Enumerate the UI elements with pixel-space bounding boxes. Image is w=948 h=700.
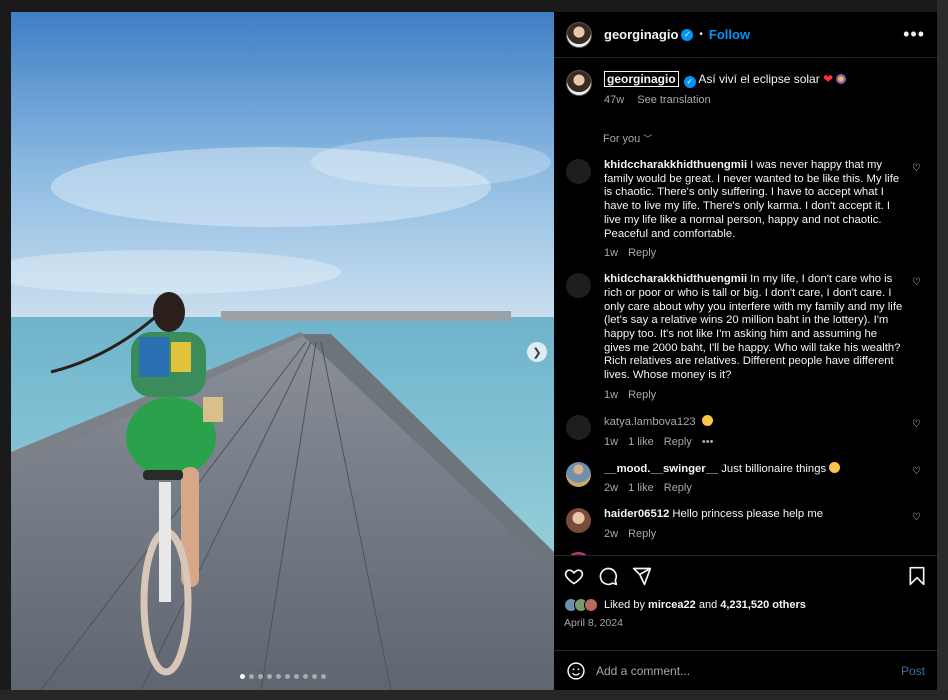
reply-button[interactable]: Reply bbox=[628, 389, 656, 401]
comment-more-icon[interactable]: ••• bbox=[702, 436, 714, 448]
commenter-username[interactable]: haider06512 bbox=[604, 508, 669, 520]
comment-item: __mood.__swinger__ Just billionaire thing… bbox=[566, 461, 925, 495]
see-translation-link[interactable]: See translation bbox=[637, 94, 710, 106]
verified-badge-icon: ✓ bbox=[683, 76, 696, 88]
comment-text: Just billionaire things bbox=[721, 462, 827, 475]
carousel-dot bbox=[284, 674, 290, 679]
smiling-emoji bbox=[701, 414, 713, 426]
backdrop-right bbox=[937, 0, 948, 700]
likes-middle: and bbox=[698, 599, 718, 611]
eclipse-emoji bbox=[836, 74, 847, 84]
commenter-avatar[interactable] bbox=[566, 273, 591, 299]
liker-avatar bbox=[584, 598, 598, 612]
backdrop-bottom bbox=[0, 690, 948, 700]
heart-eyes-emoji bbox=[829, 461, 841, 473]
red-heart-emoji: ❤ bbox=[823, 72, 834, 86]
comment-text: In my life, I don't care who is rich or … bbox=[604, 273, 903, 382]
carousel-dot bbox=[275, 674, 281, 679]
post-image bbox=[11, 12, 554, 690]
comment-like-heart-icon[interactable]: ♡ bbox=[912, 466, 921, 477]
comment-item: haider06512 Hello princess please help me… bbox=[566, 508, 925, 540]
commenter-avatar[interactable] bbox=[566, 414, 591, 440]
carousel-dot bbox=[257, 674, 263, 679]
chevron-down-icon: ﹀ bbox=[643, 134, 653, 144]
commenter-avatar[interactable] bbox=[566, 159, 591, 184]
comment-text: Hello princess please help me bbox=[672, 508, 824, 521]
verified-badge-icon: ✓ bbox=[681, 28, 694, 41]
comment-age: 1w bbox=[604, 247, 619, 260]
add-comment-bar: Post bbox=[554, 650, 937, 690]
comment-item: khidccharakkhidthuengmii In my life, I do… bbox=[566, 273, 925, 401]
comment-text: I was never happy that my family would b… bbox=[604, 159, 900, 240]
bookmark-icon[interactable] bbox=[907, 566, 927, 586]
commenter-avatar[interactable] bbox=[566, 461, 591, 487]
heart-icon[interactable] bbox=[564, 566, 584, 586]
caption-text: Así viví el eclipse solar bbox=[698, 72, 820, 86]
comment-like-heart-icon[interactable]: ♡ bbox=[912, 277, 921, 288]
reply-button[interactable]: Reply bbox=[628, 528, 656, 540]
post-side-panel: georginagio ✓ • Follow ••• georginagio ✓ … bbox=[554, 12, 937, 690]
post-comment-button[interactable]: Post bbox=[901, 664, 925, 678]
post-date: April 8, 2024 bbox=[564, 617, 623, 629]
comment-likes[interactable]: 1 like bbox=[628, 436, 654, 448]
author-avatar[interactable] bbox=[566, 21, 592, 48]
caption-age: 47w bbox=[604, 94, 625, 106]
caption: georginagio ✓ Así viví el eclipse solar ❤… bbox=[566, 70, 925, 106]
author-username[interactable]: georginagio bbox=[604, 27, 678, 42]
comment-like-heart-icon[interactable]: ♡ bbox=[912, 163, 921, 174]
reply-button[interactable]: Reply bbox=[628, 247, 656, 259]
carousel-dot bbox=[239, 674, 245, 679]
share-icon[interactable] bbox=[632, 566, 652, 586]
comment-like-heart-icon[interactable]: ♡ bbox=[912, 512, 921, 523]
comment-like-heart-icon[interactable]: ♡ bbox=[912, 419, 921, 430]
emoji-icon[interactable] bbox=[566, 661, 586, 681]
carousel-indicator bbox=[11, 674, 554, 679]
separator-dot: • bbox=[699, 29, 703, 40]
comment-likes[interactable]: 1 like bbox=[628, 482, 654, 494]
reply-button[interactable]: Reply bbox=[664, 436, 692, 448]
carousel-dot bbox=[320, 674, 326, 679]
comment-age: 1w bbox=[604, 435, 619, 448]
carousel-dot bbox=[248, 674, 254, 679]
comment-icon[interactable] bbox=[598, 566, 618, 586]
next-commenter-avatar[interactable] bbox=[566, 551, 591, 555]
carousel-dot bbox=[293, 674, 299, 679]
carousel-dot bbox=[302, 674, 308, 679]
comment-age: 2w bbox=[604, 527, 619, 540]
carousel-dot bbox=[311, 674, 317, 679]
caption-username[interactable]: georginagio bbox=[604, 71, 679, 87]
reply-button[interactable]: Reply bbox=[664, 482, 692, 494]
comment-sort-dropdown[interactable]: For you ﹀ bbox=[603, 132, 925, 145]
commenter-username[interactable]: __mood.__swinger__ bbox=[604, 463, 718, 475]
likes-prefix: Liked by bbox=[604, 599, 645, 611]
post-header: georginagio ✓ • Follow ••• bbox=[554, 12, 937, 58]
comment-item: khidccharakkhidthuengmii I was never happ… bbox=[566, 159, 925, 259]
next-slide-button[interactable]: ❯ bbox=[527, 342, 547, 362]
comment-age: 2w bbox=[604, 482, 619, 495]
follow-button[interactable]: Follow bbox=[709, 27, 750, 42]
post-modal: ❯ georginagio ✓ • Follow ••• georginagio… bbox=[11, 12, 937, 690]
carousel-dot bbox=[266, 674, 272, 679]
liker-username[interactable]: mircea22 bbox=[648, 599, 696, 611]
comment-item: katya.lambova123 1w 1 like Reply ••• ♡ bbox=[566, 414, 925, 448]
more-options-icon[interactable]: ••• bbox=[903, 24, 925, 45]
commenter-username[interactable]: khidccharakkhidthuengmii bbox=[604, 273, 747, 285]
commenter-avatar[interactable] bbox=[566, 508, 591, 534]
caption-avatar[interactable] bbox=[566, 70, 592, 96]
comment-age: 1w bbox=[604, 388, 619, 401]
likers-avatars bbox=[564, 598, 598, 612]
post-actions: Liked by mircea22 and 4,231,520 others A… bbox=[554, 555, 937, 650]
commenter-username[interactable]: katya.lambova123 bbox=[604, 416, 696, 428]
likes-summary[interactable]: Liked by mircea22 and 4,231,520 others bbox=[564, 598, 927, 612]
sort-label: For you bbox=[603, 133, 641, 145]
comments-list[interactable]: georginagio ✓ Así viví el eclipse solar ❤… bbox=[554, 58, 937, 555]
likes-others[interactable]: 4,231,520 others bbox=[720, 599, 806, 611]
comment-input[interactable] bbox=[596, 663, 901, 678]
post-photo: ❯ bbox=[11, 12, 554, 690]
commenter-username[interactable]: khidccharakkhidthuengmii bbox=[604, 159, 747, 171]
chevron-right-icon: ❯ bbox=[532, 346, 542, 359]
